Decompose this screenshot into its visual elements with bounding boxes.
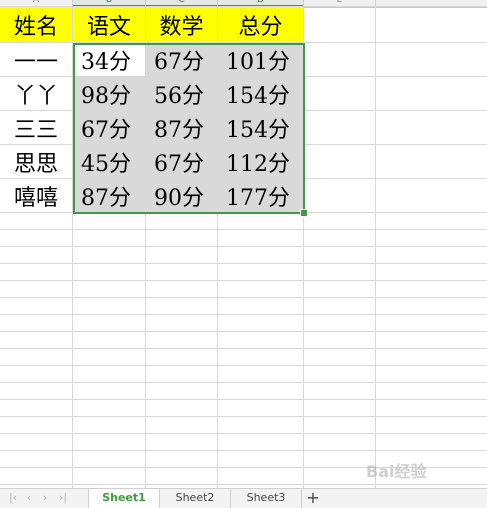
- nav-next-icon[interactable]: ›: [38, 491, 52, 505]
- score-cell-total[interactable]: 112分: [218, 145, 304, 179]
- score-cell-chinese[interactable]: 34分: [73, 43, 146, 77]
- grid-line-horizontal: [0, 263, 487, 264]
- grid-line-horizontal: [0, 246, 487, 247]
- grid-line-horizontal: [0, 297, 487, 298]
- score-cell-chinese[interactable]: 87分: [73, 179, 146, 213]
- grid-line-horizontal: [0, 314, 487, 315]
- score-cell-chinese[interactable]: 45分: [73, 145, 146, 179]
- grid-line-horizontal: [0, 331, 487, 332]
- add-sheet-icon[interactable]: +: [305, 489, 321, 508]
- name-cell[interactable]: 嘻嘻: [0, 179, 73, 213]
- grid-line-horizontal: [0, 144, 487, 145]
- tab-sheet2[interactable]: Sheet2: [160, 489, 231, 508]
- name-cell[interactable]: 三三: [0, 111, 73, 145]
- header-cell-total[interactable]: 总分: [218, 7, 304, 43]
- grid-line-horizontal: [0, 484, 487, 485]
- sheet-tab-bar: |‹ ‹ › ›| Sheet1 Sheet2 Sheet3 +: [0, 488, 487, 508]
- grid-line-horizontal: [0, 416, 487, 417]
- name-cell[interactable]: 思思: [0, 145, 73, 179]
- grid-line-horizontal: [0, 6, 487, 7]
- name-cell[interactable]: 丫丫: [0, 77, 73, 111]
- score-cell-math[interactable]: 87分: [146, 111, 218, 145]
- grid-line-horizontal: [0, 212, 487, 213]
- tab-sheet3[interactable]: Sheet3: [231, 489, 302, 508]
- tab-sheet1[interactable]: Sheet1: [88, 489, 160, 508]
- grid-line-horizontal: [0, 76, 487, 77]
- score-cell-math[interactable]: 90分: [146, 179, 218, 213]
- score-cell-total[interactable]: 177分: [218, 179, 304, 213]
- score-cell-total[interactable]: 154分: [218, 77, 304, 111]
- name-cell[interactable]: 一一: [0, 43, 73, 77]
- header-cell-chinese[interactable]: 语文: [73, 7, 146, 43]
- grid-line-horizontal: [0, 450, 487, 451]
- grid-line-horizontal: [0, 280, 487, 281]
- header-cell-name[interactable]: 姓名: [0, 7, 73, 43]
- grid-line-horizontal: [0, 433, 487, 434]
- grid-line-horizontal: [0, 399, 487, 400]
- watermark-logo: Bai经验: [366, 462, 427, 481]
- nav-prev-icon[interactable]: ‹: [22, 491, 36, 505]
- grid-line-horizontal: [0, 365, 487, 366]
- spreadsheet-grid[interactable]: A B C D E 姓名 语文 数学 总分 一一 34分 67分 101分 丫丫…: [0, 0, 487, 488]
- score-cell-math[interactable]: 56分: [146, 77, 218, 111]
- grid-line-horizontal: [0, 178, 487, 179]
- grid-line-horizontal: [0, 348, 487, 349]
- score-cell-chinese[interactable]: 98分: [73, 77, 146, 111]
- nav-last-icon[interactable]: ›|: [56, 491, 70, 505]
- grid-line-horizontal: [0, 229, 487, 230]
- score-cell-math[interactable]: 67分: [146, 145, 218, 179]
- grid-line-horizontal: [0, 110, 487, 111]
- grid-line-horizontal: [0, 382, 487, 383]
- grid-line-horizontal: [0, 42, 487, 43]
- score-cell-math[interactable]: 67分: [146, 43, 218, 77]
- score-cell-total[interactable]: 101分: [218, 43, 304, 77]
- score-cell-chinese[interactable]: 67分: [73, 111, 146, 145]
- header-cell-math[interactable]: 数学: [146, 7, 218, 43]
- nav-first-icon[interactable]: |‹: [6, 491, 20, 505]
- fill-handle[interactable]: [300, 209, 308, 217]
- score-cell-total[interactable]: 154分: [218, 111, 304, 145]
